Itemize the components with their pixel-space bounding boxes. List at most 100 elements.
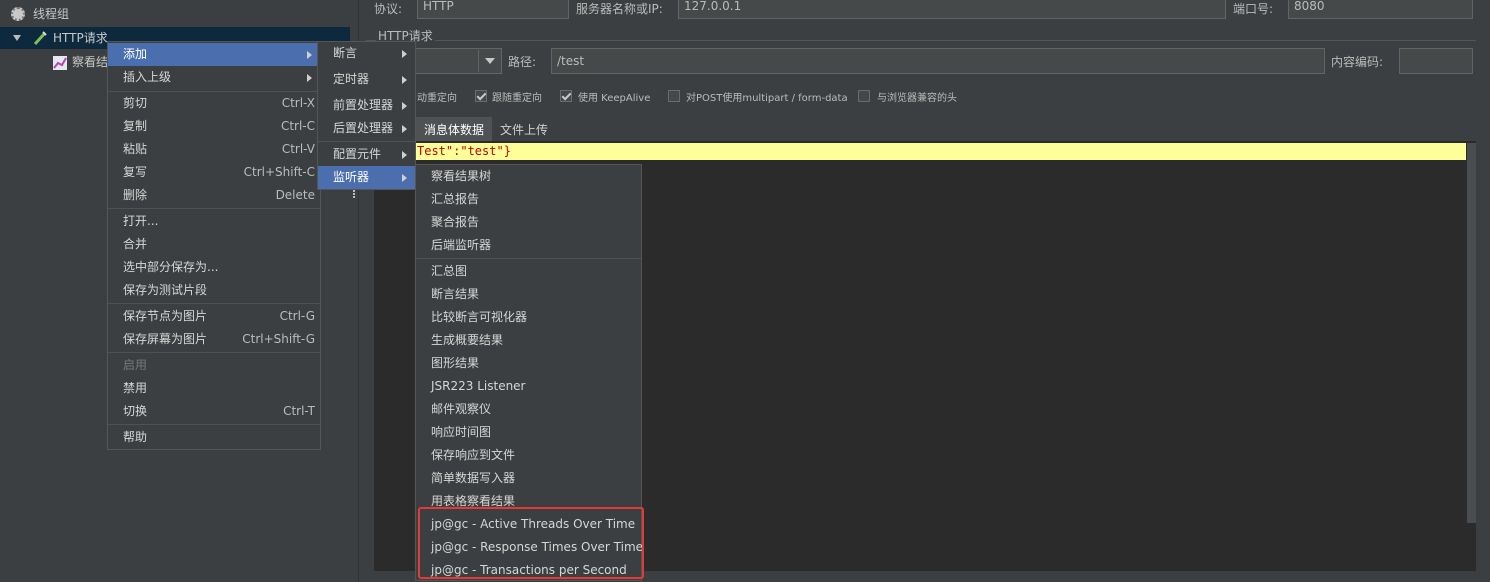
menu-item-toggle[interactable]: 切换 Ctrl-T	[108, 400, 320, 423]
tree-item-view-results[interactable]: 察看结	[0, 51, 108, 73]
menu-item-merge[interactable]: 合并	[108, 233, 320, 256]
menu-label: 打开...	[123, 214, 159, 228]
context-menu: 添加 插入上级 剪切 Ctrl-X 复制 Ctrl-C 粘贴 Ctrl-V 复写 Ctr…	[107, 41, 321, 450]
menu-shortcut: Delete	[275, 188, 315, 202]
port-input[interactable]: 8080	[1288, 0, 1473, 19]
menu-item-postprocessor[interactable]: 后置处理器	[318, 117, 415, 140]
menu-item-delete[interactable]: 删除 Delete	[108, 184, 320, 207]
editor-scrollbar[interactable]	[1467, 143, 1476, 523]
menu-shortcut: Ctrl-V	[281, 142, 315, 156]
menu-item-save-fragment[interactable]: 保存为测试片段	[108, 279, 320, 302]
menu-item-enable: 启用	[108, 354, 320, 377]
menu-item-disable[interactable]: 禁用	[108, 377, 320, 400]
menu-item-aggregate-graph[interactable]: 汇总图	[416, 260, 641, 283]
drag-handle-icon[interactable]	[353, 190, 355, 192]
menu-label: 前置处理器	[333, 98, 394, 112]
menu-label: 选中部分保存为...	[123, 260, 219, 274]
menu-separator	[108, 352, 320, 353]
menu-label: 剪切	[123, 96, 148, 110]
menu-label: 聚合报告	[431, 215, 480, 229]
menu-item-timer[interactable]: 定时器	[318, 68, 415, 91]
menu-item-listener[interactable]: 监听器	[318, 166, 415, 189]
multipart-checkbox[interactable]	[668, 90, 680, 102]
chevron-down-icon[interactable]	[485, 58, 495, 64]
menu-item-generate-summary[interactable]: 生成概要结果	[416, 329, 641, 352]
menu-item-view-results-tree[interactable]: 察看结果树	[416, 165, 641, 188]
encoding-input[interactable]	[1399, 48, 1473, 74]
menu-shortcut: Ctrl-T	[283, 404, 315, 418]
follow-redirect-checkbox[interactable]	[475, 90, 487, 102]
path-input[interactable]: /test	[551, 48, 1325, 74]
menu-label: JSR223 Listener	[431, 379, 526, 393]
menu-item-simple-data-writer[interactable]: 简单数据写入器	[416, 467, 641, 490]
menu-item-save-selection[interactable]: 选中部分保存为...	[108, 256, 320, 279]
menu-item-save-node-image[interactable]: 保存节点为图片 Ctrl-G	[108, 305, 320, 328]
menu-item-help[interactable]: 帮助	[108, 426, 320, 449]
menu-label: 图形结果	[431, 356, 480, 370]
menu-item-paste[interactable]: 粘贴 Ctrl-V	[108, 138, 320, 161]
keepalive-checkbox[interactable]	[560, 90, 572, 102]
menu-item-open[interactable]: 打开...	[108, 210, 320, 233]
menu-item-aggregate-report[interactable]: 聚合报告	[416, 211, 641, 234]
menu-item-add[interactable]: 添加	[108, 43, 320, 66]
menu-item-cut[interactable]: 剪切 Ctrl-X	[108, 92, 320, 115]
expand-arrow-icon[interactable]	[13, 35, 21, 41]
menu-label: 监听器	[333, 170, 370, 184]
menu-shortcut: Ctrl-C	[280, 119, 315, 133]
submenu-arrow-icon	[307, 51, 312, 59]
menu-label: 添加	[123, 47, 148, 61]
protocol-input[interactable]: HTTP	[417, 0, 569, 19]
menu-item-jsr223-listener[interactable]: JSR223 Listener	[416, 375, 641, 398]
submenu-arrow-icon	[402, 151, 407, 159]
menu-item-save-screen-image[interactable]: 保存屏幕为图片 Ctrl+Shift-G	[108, 328, 320, 351]
submenu-arrow-icon	[402, 125, 407, 133]
tab-file-upload[interactable]: 文件上传	[492, 117, 558, 141]
submenu-arrow-icon	[402, 102, 407, 110]
add-submenu: 断言 定时器 前置处理器 后置处理器 配置元件 监听器	[317, 41, 416, 190]
menu-label: 帮助	[123, 430, 148, 444]
follow-redirect-label: 跟随重定向	[492, 93, 542, 104]
menu-item-assertion[interactable]: 断言	[318, 42, 415, 65]
menu-item-assertion-results[interactable]: 断言结果	[416, 283, 641, 306]
menu-label: 后置处理器	[333, 121, 394, 135]
menu-item-copy[interactable]: 复制 Ctrl-C	[108, 115, 320, 138]
port-label: 端口号:	[1233, 2, 1274, 16]
tree-label-view-results: 察看结	[72, 55, 109, 69]
editor-text: Test":"test"}	[417, 144, 511, 158]
menu-item-comparison-visualizer[interactable]: 比较断言可视化器	[416, 306, 641, 329]
menu-label: 复写	[123, 165, 148, 179]
menu-item-duplicate[interactable]: 复写 Ctrl+Shift-C	[108, 161, 320, 184]
server-input[interactable]: 127.0.0.1	[678, 0, 1226, 19]
menu-separator	[108, 303, 320, 304]
menu-label: 定时器	[333, 72, 370, 86]
menu-label: 察看结果树	[431, 169, 492, 183]
menu-separator	[108, 208, 320, 209]
menu-label: 比较断言可视化器	[431, 310, 528, 324]
protocol-label: 协议:	[374, 2, 403, 16]
menu-item-graph-results[interactable]: 图形结果	[416, 352, 641, 375]
menu-shortcut: Ctrl+Shift-G	[242, 332, 315, 346]
tree-item-thread-group[interactable]: 线程组	[0, 3, 350, 25]
menu-label: 断言结果	[431, 287, 480, 301]
gear-icon	[11, 7, 25, 21]
menu-label: 保存响应到文件	[431, 448, 516, 462]
menu-item-response-time-graph[interactable]: 响应时间图	[416, 421, 641, 444]
menu-item-config[interactable]: 配置元件	[318, 143, 415, 166]
menu-item-summary-report[interactable]: 汇总报告	[416, 188, 641, 211]
keepalive-label: 使用 KeepAlive	[578, 93, 651, 104]
menu-item-mailer-visualizer[interactable]: 邮件观察仪	[416, 398, 641, 421]
tab-body-data[interactable]: 消息体数据	[416, 117, 492, 141]
group-border	[366, 40, 1476, 41]
browser-headers-checkbox[interactable]	[858, 90, 870, 102]
submenu-arrow-icon	[402, 76, 407, 84]
menu-label: 配置元件	[333, 147, 382, 161]
highlight-box	[418, 507, 644, 579]
menu-label: 插入上级	[123, 70, 172, 84]
editor-current-line	[374, 143, 1466, 160]
tab-files-label: 文件上传	[500, 123, 549, 137]
menu-item-save-responses[interactable]: 保存响应到文件	[416, 444, 641, 467]
menu-item-insert-parent[interactable]: 插入上级	[108, 66, 320, 89]
menu-label: 汇总报告	[431, 192, 480, 206]
menu-item-preprocessor[interactable]: 前置处理器	[318, 94, 415, 117]
menu-item-backend-listener[interactable]: 后端监听器	[416, 234, 641, 257]
